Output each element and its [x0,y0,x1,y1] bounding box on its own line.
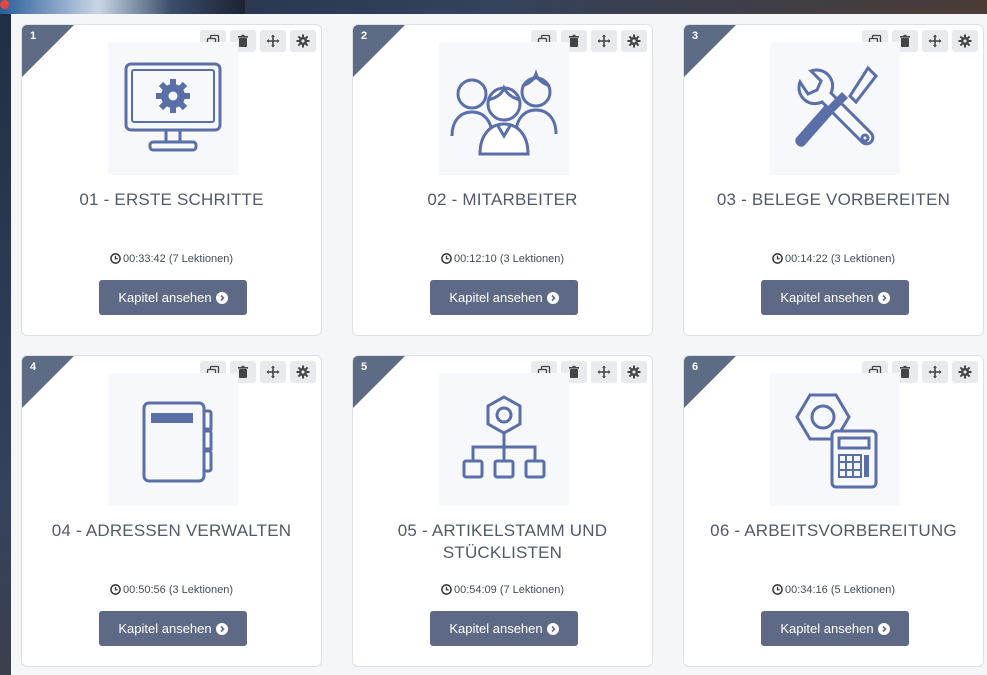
duration-text: 00:14:22 (3 Lektionen) [784,253,896,265]
view-chapter-button[interactable]: Kapitel ansehen [761,280,909,315]
chevron-right-icon [877,291,890,304]
notification-dot [0,0,9,9]
clock-icon [441,584,452,595]
move-icon[interactable] [260,361,286,383]
button-label: Kapitel ansehen [449,290,543,305]
chapter-number: 4 [30,361,37,373]
chapter-title: 06 - ARBEITSVORBEREITUNG [710,521,957,540]
chapter-grid: 1 01 - ERSTE SCHRITTE 00:33:42 (7 Lektio… [11,14,987,675]
chapter-duration: 00:34:16 (5 Lektionen) [684,584,983,596]
chapter-duration: 00:54:09 (7 Lektionen) [353,584,652,596]
settings-icon[interactable] [952,30,978,52]
duration-text: 00:12:10 (3 Lektionen) [453,253,565,265]
chapter-number: 3 [692,30,699,42]
duration-text: 00:50:56 (3 Lektionen) [122,584,234,596]
chapter-card: 1 01 - ERSTE SCHRITTE 00:33:42 (7 Lektio… [21,24,322,336]
monitor-gear-icon [108,42,238,175]
view-chapter-button[interactable]: Kapitel ansehen [99,280,247,315]
chapter-duration: 00:14:22 (3 Lektionen) [684,253,983,265]
chapter-number: 5 [361,361,368,373]
settings-icon[interactable] [621,361,647,383]
clock-icon [772,253,783,264]
move-icon[interactable] [591,361,617,383]
chapter-number: 1 [30,30,37,42]
view-chapter-button[interactable]: Kapitel ansehen [761,611,909,646]
chapter-card: 5 05 - ARTIKELSTAMM UND STÜCKLISTEN 00:5… [352,355,653,667]
chevron-right-icon [215,291,228,304]
background-strip [0,0,245,14]
duration-text: 00:54:09 (7 Lektionen) [453,584,565,596]
chapter-title: 03 - BELEGE VORBEREITEN [716,190,951,209]
chapter-number: 6 [692,361,699,373]
chapter-number: 2 [361,30,368,42]
team-icon [439,42,569,175]
settings-icon[interactable] [952,361,978,383]
view-chapter-button[interactable]: Kapitel ansehen [99,611,247,646]
chapter-card: 2 02 - MITARBEITER 00:12:10 (3 Lektionen… [352,24,653,336]
duration-text: 00:33:42 (7 Lektionen) [122,253,234,265]
chapter-title: 04 - ADRESSEN VERWALTEN [51,521,292,540]
button-label: Kapitel ansehen [780,621,874,636]
chevron-right-icon [546,291,559,304]
tools-icon [770,42,900,175]
clock-icon [772,584,783,595]
chevron-right-icon [546,622,559,635]
chapter-title: 02 - MITARBEITER [427,190,578,209]
move-icon[interactable] [591,30,617,52]
clock-icon [110,584,121,595]
clock-icon [110,253,121,264]
button-label: Kapitel ansehen [118,290,212,305]
duration-text: 00:34:16 (5 Lektionen) [784,584,896,596]
button-label: Kapitel ansehen [780,290,874,305]
view-chapter-button[interactable]: Kapitel ansehen [430,611,578,646]
chapter-duration: 00:33:42 (7 Lektionen) [22,253,321,265]
chapter-title: 05 - ARTIKELSTAMM UND STÜCKLISTEN [397,521,608,562]
chapter-card: 6 06 - ARBEITSVORBEREITUNG 00:34:16 (5 L… [683,355,984,667]
address-book-icon [108,373,238,506]
chapter-card: 4 04 - ADRESSEN VERWALTEN 00:50:56 (3 Le… [21,355,322,667]
chevron-right-icon [877,622,890,635]
chapter-duration: 00:50:56 (3 Lektionen) [22,584,321,596]
settings-icon[interactable] [290,30,316,52]
move-icon[interactable] [922,361,948,383]
nut-calculator-icon [770,373,900,506]
chapter-title: 01 - ERSTE SCHRITTE [79,190,264,209]
chapter-card: 3 03 - BELEGE VORBEREITEN 00:14:22 (3 Le… [683,24,984,336]
clock-icon [441,253,452,264]
settings-icon[interactable] [621,30,647,52]
move-icon[interactable] [922,30,948,52]
button-label: Kapitel ansehen [449,621,543,636]
button-label: Kapitel ansehen [118,621,212,636]
move-icon[interactable] [260,30,286,52]
settings-icon[interactable] [290,361,316,383]
chapter-duration: 00:12:10 (3 Lektionen) [353,253,652,265]
chevron-right-icon [215,622,228,635]
view-chapter-button[interactable]: Kapitel ansehen [430,280,578,315]
hierarchy-icon [439,373,569,506]
